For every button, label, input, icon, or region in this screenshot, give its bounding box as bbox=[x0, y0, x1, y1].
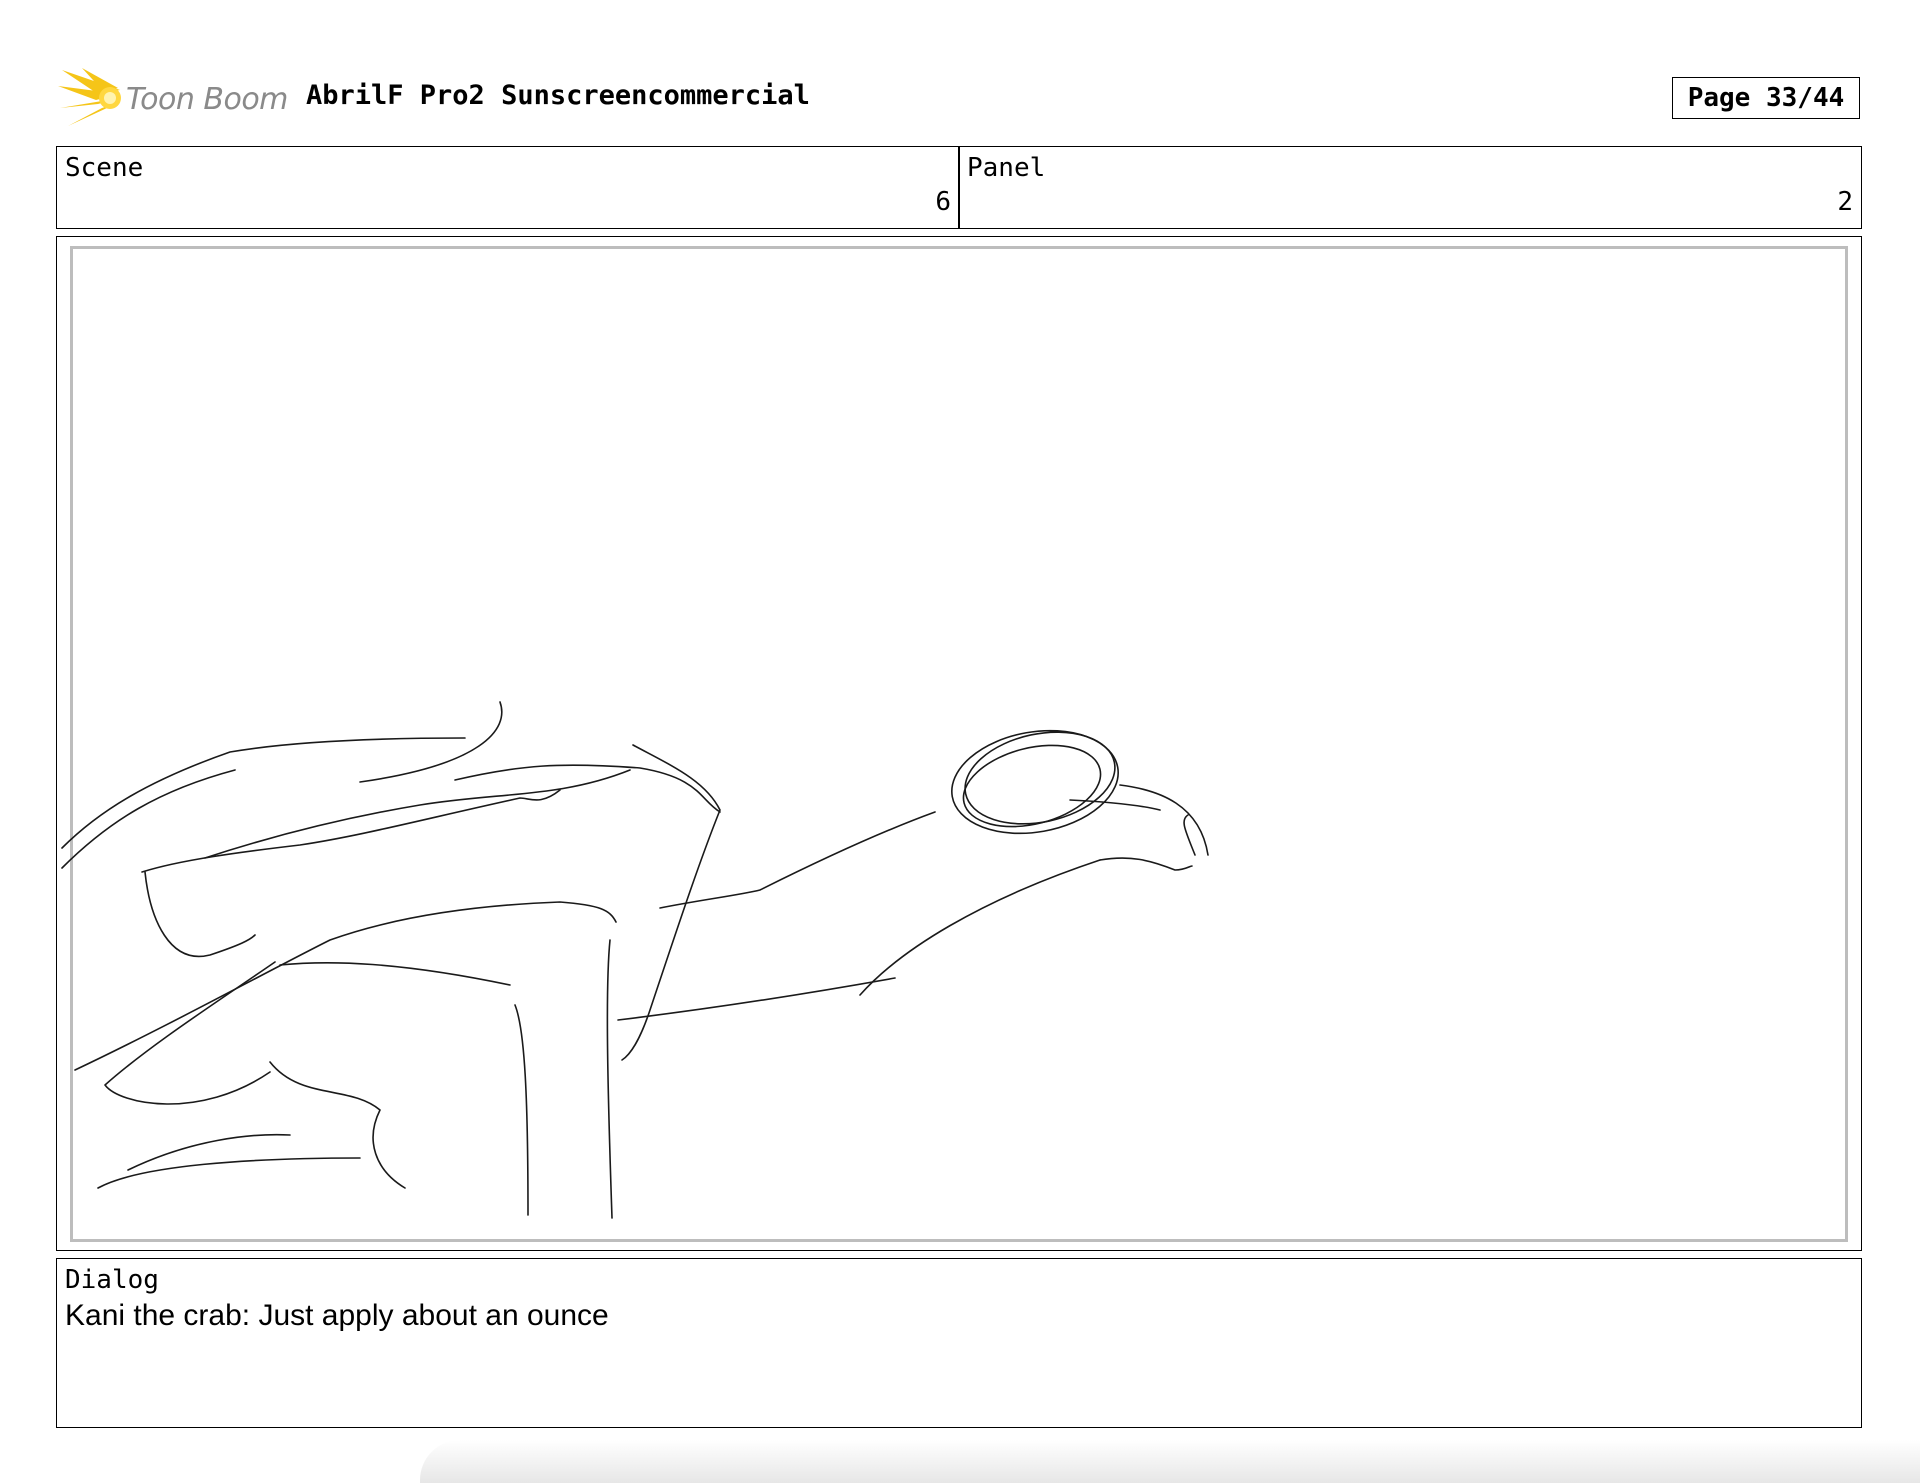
sketch-wing-left bbox=[61, 701, 721, 869]
sketch-body bbox=[74, 789, 617, 1219]
dialog-label: Dialog bbox=[65, 1265, 159, 1295]
sketch-head bbox=[951, 729, 1209, 856]
sketch-neck bbox=[617, 744, 1193, 1061]
dialog-text: Kani the crab: Just apply about an ounce bbox=[65, 1299, 609, 1332]
dialog-field: Dialog Kani the crab: Just apply about a… bbox=[56, 1258, 1862, 1428]
page-shadow bbox=[420, 1440, 1920, 1483]
